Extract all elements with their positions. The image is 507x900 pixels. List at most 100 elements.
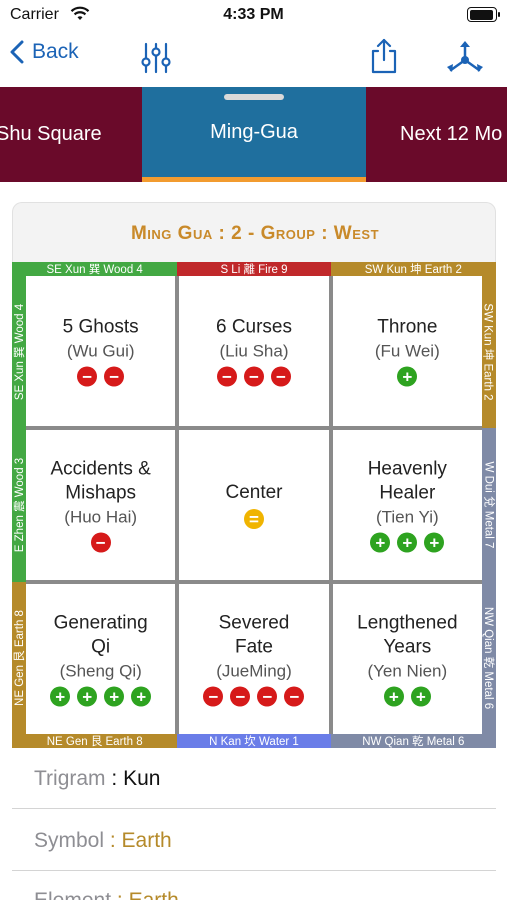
edge-text: SW Kun 坤 Earth 2	[364, 264, 462, 276]
cell-content: Generating Qi (Sheng Qi) + + + +	[26, 612, 175, 707]
rating-marks: + +	[333, 686, 482, 707]
edge-text: SW Kun 坤 Earth 2	[482, 303, 494, 401]
edge-label-left: NE Gen 艮 Earth 8	[12, 582, 26, 734]
rating-marks: − − − −	[179, 686, 328, 707]
cell-content: Center =	[179, 481, 328, 529]
cell-content: Lengthened Years (Yen Nien) + +	[333, 612, 482, 707]
back-button[interactable]: Back	[10, 40, 79, 64]
edge-text: S Li 離 Fire 9	[220, 264, 288, 276]
cell-title: Generating Qi	[53, 612, 148, 658]
edge-text: NW Qian 乾 Metal 6	[362, 736, 465, 748]
status-bar: Carrier 4:33 PM	[0, 0, 507, 30]
edge-label-right: NW Qian 乾 Metal 6	[482, 582, 496, 734]
grid-cell-throne[interactable]: Throne (Fu Wei) +	[332, 276, 482, 426]
rating-marks: + + +	[333, 532, 482, 553]
sliders-icon[interactable]	[140, 42, 172, 79]
edge-label-right: SW Kun 坤 Earth 2	[482, 276, 496, 428]
tab-label: Shu Square	[0, 123, 102, 145]
cell-subtitle: (JueMing)	[216, 661, 292, 681]
back-label: Back	[32, 40, 79, 63]
edge-text: NW Qian 乾 Metal 6	[482, 606, 494, 710]
cell-content: Throne (Fu Wei) +	[333, 316, 482, 387]
rating-marks: − −	[26, 366, 175, 387]
grid-cell-center[interactable]: Center =	[179, 430, 329, 580]
minus-circle-icon: −	[203, 686, 224, 707]
minus-circle-icon: −	[216, 366, 237, 387]
minus-circle-icon: −	[270, 366, 291, 387]
cell-title: 5 Ghosts	[62, 316, 139, 338]
ming-gua-card: Ming Gua : 2 - Group : West	[12, 202, 496, 262]
share-icon[interactable]	[369, 38, 399, 79]
plus-circle-icon: +	[370, 532, 391, 553]
grid-cell-accidents-mishaps[interactable]: Accidents & Mishaps (Huo Hai) −	[26, 430, 176, 580]
grid-cell-severed-fate[interactable]: Severed Fate (JueMing) − − − −	[179, 584, 329, 734]
cell-content: Severed Fate (JueMing) − − − −	[179, 612, 328, 707]
grid-cell-5-ghosts[interactable]: 5 Ghosts (Wu Gui) − −	[26, 276, 176, 426]
grid-cell-generating-qi[interactable]: Generating Qi (Sheng Qi) + + + +	[26, 584, 176, 734]
divider	[12, 808, 496, 809]
tab-label: Next 12 Mo	[400, 123, 503, 145]
edge-text: N Kan 坎 Water 1	[209, 736, 299, 748]
tab-shu-square[interactable]: Shu Square	[0, 87, 142, 182]
grid-cell-heavenly-healer[interactable]: Heavenly Healer (Tien Yi) + + +	[332, 430, 482, 580]
cell-title: Throne	[377, 316, 438, 338]
detail-label: Trigram	[34, 767, 106, 790]
navigation-bar: Back	[0, 30, 507, 87]
grid-cell-lengthened-years[interactable]: Lengthened Years (Yen Nien) + +	[332, 584, 482, 734]
edge-label-top: S Li 離 Fire 9	[177, 262, 331, 276]
network-icon[interactable]	[446, 40, 484, 79]
tab-ming-gua[interactable]: Ming-Gua	[142, 87, 366, 182]
cell-subtitle: (Yen Nien)	[367, 661, 448, 681]
page: Carrier 4:33 PM Back Shu Square Ming-Gua…	[0, 0, 507, 900]
detail-trigram: Trigram : Kun	[34, 767, 160, 791]
grid-cell-6-curses[interactable]: 6 Curses (Liu Sha) − − −	[179, 276, 329, 426]
cell-subtitle: (Huo Hai)	[64, 507, 138, 527]
cell-title: Lengthened Years	[357, 612, 458, 658]
cell-subtitle: (Liu Sha)	[219, 341, 289, 361]
edge-text: E Zhen 震 Wood 3	[14, 457, 26, 553]
divider	[12, 870, 496, 871]
plus-circle-icon: +	[397, 366, 418, 387]
detail-value: Earth	[129, 889, 179, 900]
edge-text: W Dui 兌 Metal 7	[482, 461, 495, 549]
detail-separator: :	[104, 829, 122, 852]
card-title: Ming Gua : 2 - Group : West	[130, 223, 380, 244]
rating-marks: − − −	[179, 366, 328, 387]
minus-circle-icon: −	[284, 686, 305, 707]
drag-handle[interactable]	[224, 94, 284, 100]
chevron-left-icon	[10, 40, 24, 64]
plus-circle-icon: +	[77, 686, 98, 707]
tab-next-12-months[interactable]: Next 12 Mo	[366, 87, 507, 182]
detail-value: Earth	[121, 829, 172, 852]
cell-subtitle: (Fu Wei)	[374, 341, 440, 361]
cell-title: 6 Curses	[215, 316, 292, 338]
cell-title: Heavenly Healer	[367, 458, 447, 504]
plus-circle-icon: +	[50, 686, 71, 707]
plus-circle-icon: +	[410, 686, 431, 707]
rating-marks: −	[26, 532, 175, 553]
equal-circle-icon: =	[243, 509, 264, 529]
rating-marks: =	[179, 509, 328, 529]
minus-circle-icon: −	[77, 366, 98, 387]
plus-circle-icon: +	[104, 686, 125, 707]
minus-circle-icon: −	[257, 686, 278, 707]
plus-circle-icon: +	[383, 686, 404, 707]
minus-circle-icon: −	[243, 366, 264, 387]
cell-title: Severed Fate	[218, 612, 290, 658]
rating-marks: + + + +	[26, 686, 175, 707]
detail-label: Element	[34, 889, 111, 900]
cell-subtitle: (Wu Gui)	[66, 341, 135, 361]
cell-content: 6 Curses (Liu Sha) − − −	[179, 316, 328, 387]
detail-label: Symbol	[34, 829, 105, 852]
cell-title: Accidents & Mishaps	[50, 458, 151, 504]
cell-title: Center	[225, 482, 283, 503]
cell-content: Heavenly Healer (Tien Yi) + + +	[333, 458, 482, 553]
edge-label-left: SE Xun 巽 Wood 4	[12, 276, 26, 428]
cell-subtitle: (Sheng Qi)	[59, 661, 142, 681]
detail-symbol: Symbol : Earth	[34, 829, 172, 853]
edge-text: SE Xun 巽 Wood 4	[46, 264, 143, 276]
plus-circle-icon: +	[397, 532, 418, 553]
battery-fill	[469, 9, 494, 20]
tab-label: Ming-Gua	[210, 120, 298, 143]
tab-bar: Shu Square Ming-Gua Next 12 Mo	[0, 87, 507, 182]
